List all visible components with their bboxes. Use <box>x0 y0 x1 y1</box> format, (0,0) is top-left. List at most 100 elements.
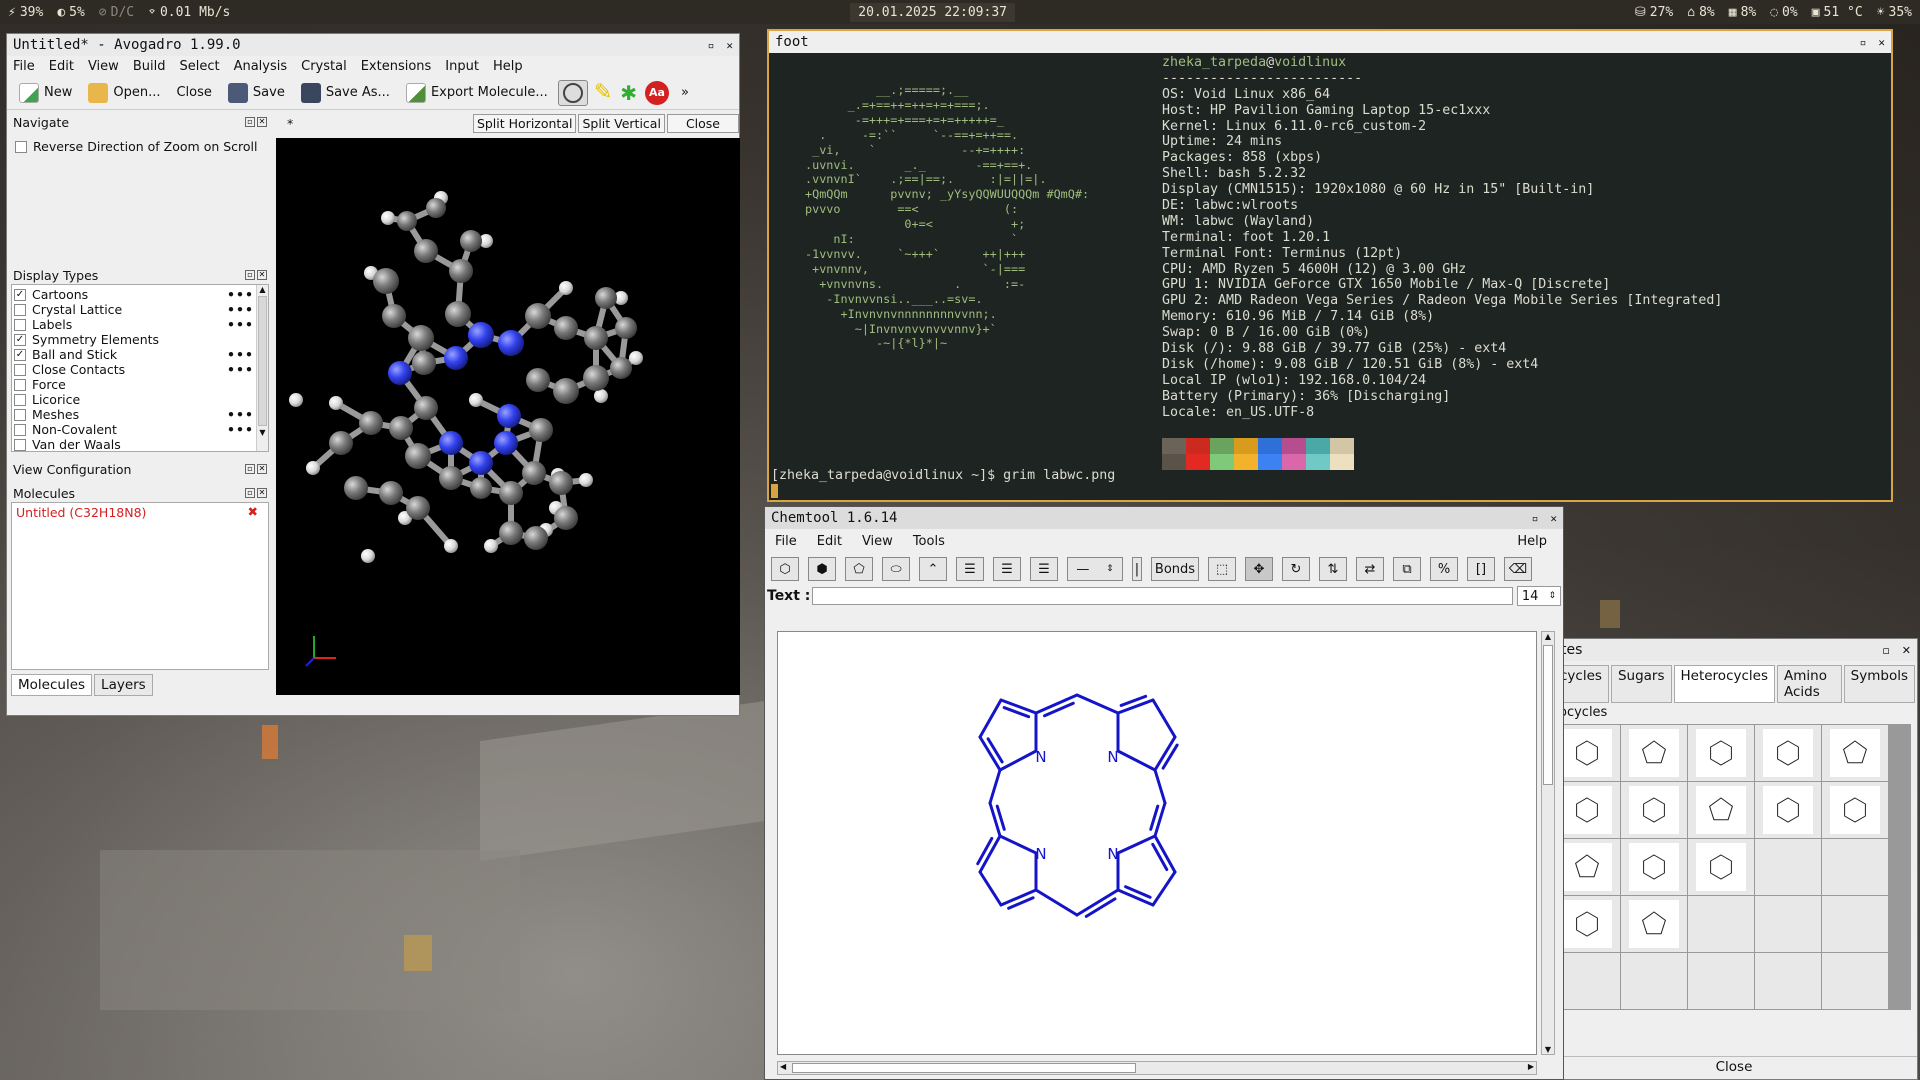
font-size-spinner[interactable]: 14 ⇕ <box>1516 586 1561 606</box>
label-tool-button[interactable]: Aa <box>643 79 671 107</box>
checkbox[interactable] <box>14 318 26 331</box>
close-icon[interactable]: ✕ <box>1878 36 1885 49</box>
bond-angle-tool-button[interactable]: ⌃ <box>919 557 947 581</box>
checkbox[interactable] <box>14 378 26 391</box>
hexagon-rotated-tool-button[interactable]: ⬢ <box>808 557 836 581</box>
close-icon[interactable]: ✕ <box>726 39 733 52</box>
carbon-atom[interactable] <box>379 481 403 505</box>
horizontal-scrollbar[interactable]: ◀ ▶ <box>777 1061 1537 1075</box>
tab-sugars[interactable]: Sugars <box>1610 665 1672 703</box>
settings-dots-icon[interactable]: ••• <box>227 407 254 422</box>
avogadro-titlebar[interactable]: Untitled* - Avogadro 1.99.0 ▫ ✕ <box>7 34 739 56</box>
bond[interactable] <box>1116 834 1157 855</box>
new-button[interactable]: New <box>13 80 78 106</box>
carbon-atom[interactable] <box>359 411 383 435</box>
nitrogen-atom[interactable] <box>439 431 463 455</box>
display-type-row[interactable]: ✓ Cartoons ••• <box>12 287 268 302</box>
float-icon[interactable]: ▫ <box>245 488 255 498</box>
menu-analysis[interactable]: Analysis <box>234 59 288 74</box>
flip-vertical-button[interactable]: ⇄ <box>1356 557 1384 581</box>
scroll-thumb[interactable] <box>792 1063 1136 1073</box>
menu-select[interactable]: Select <box>179 59 219 74</box>
template-cell[interactable] <box>1822 782 1888 838</box>
carbon-atom[interactable] <box>405 443 431 469</box>
move-tool-button[interactable]: ✥ <box>1245 557 1273 581</box>
carbon-atom[interactable] <box>389 416 413 440</box>
nitrogen-label[interactable]: N <box>1035 748 1046 766</box>
close-icon[interactable]: ✕ <box>257 464 267 474</box>
toolbar-overflow-button[interactable]: » <box>675 82 695 103</box>
line-style-selector[interactable]: — ⇕ <box>1067 557 1123 581</box>
templates-close-button[interactable]: Close <box>1551 1056 1917 1075</box>
bond[interactable] <box>1151 698 1177 739</box>
draw-tool-button[interactable]: ✎ <box>592 78 614 107</box>
carbon-atom[interactable] <box>553 378 579 404</box>
navigate-tool-button[interactable] <box>557 79 588 106</box>
settings-dots-icon[interactable]: ••• <box>227 317 254 332</box>
scroll-right-icon[interactable]: ▶ <box>1528 1062 1534 1071</box>
rotate-tool-button[interactable]: ↻ <box>1282 557 1310 581</box>
template-cell[interactable] <box>1688 725 1754 781</box>
pentagon-tool-button[interactable]: ⬠ <box>845 557 873 581</box>
erase-tool-button[interactable]: ⌫ <box>1504 557 1532 581</box>
flip-horizontal-button[interactable]: ⇅ <box>1319 557 1347 581</box>
menu-build[interactable]: Build <box>133 59 166 74</box>
menu-help[interactable]: Help <box>493 59 523 74</box>
menu-crystal[interactable]: Crystal <box>301 59 347 74</box>
carbon-atom[interactable] <box>526 368 550 392</box>
nitrogen-label[interactable]: N <box>1035 845 1046 863</box>
settings-dots-icon[interactable]: ••• <box>227 347 254 362</box>
bond[interactable] <box>1116 749 1157 772</box>
bond[interactable] <box>978 698 1003 739</box>
carbon-atom[interactable] <box>373 268 399 294</box>
vertical-scrollbar[interactable]: ▲ ▼ <box>1541 631 1555 1055</box>
hydrogen-atom[interactable] <box>559 281 573 295</box>
template-cell[interactable] <box>1621 782 1687 838</box>
bond[interactable] <box>1075 693 1120 715</box>
bond[interactable] <box>986 737 1004 764</box>
checkbox[interactable] <box>14 303 26 316</box>
carbon-atom[interactable] <box>549 471 573 495</box>
display-type-row[interactable]: Force <box>12 377 268 392</box>
nitrogen-atom[interactable] <box>388 361 412 385</box>
save-button[interactable]: Save <box>222 80 291 106</box>
bond[interactable] <box>976 836 994 866</box>
carbon-atom[interactable] <box>414 396 438 420</box>
checkbox[interactable]: ✓ <box>14 333 26 346</box>
nitrogen-atom[interactable] <box>444 346 468 370</box>
settings-dots-icon[interactable]: ••• <box>227 422 254 437</box>
nitrogen-atom[interactable] <box>494 431 518 455</box>
clock[interactable]: 20.01.2025 22:09:37 <box>850 2 1015 22</box>
hexagon-tool-button[interactable]: ⬡ <box>771 557 799 581</box>
checkbox[interactable] <box>14 393 26 406</box>
carbon-atom[interactable] <box>449 259 473 283</box>
carbon-atom[interactable] <box>406 496 430 520</box>
shell-prompt[interactable]: [zheka_tarpeda@voidlinux ~]$ grim labwc.… <box>771 468 1115 498</box>
menu-extensions[interactable]: Extensions <box>361 59 432 74</box>
copy-tool-button[interactable]: ⧉ <box>1393 557 1421 581</box>
hydrogen-atom[interactable] <box>329 396 343 410</box>
bond[interactable] <box>1116 698 1155 715</box>
text-input[interactable] <box>812 587 1513 605</box>
menu-edit[interactable]: Edit <box>817 534 842 549</box>
carbon-atom[interactable] <box>470 477 492 499</box>
chemtool-titlebar[interactable]: Chemtool 1.6.14 ▫ ✕ <box>765 507 1563 529</box>
tab-heterocycles[interactable]: Heterocycles <box>1673 665 1775 703</box>
maximize-icon[interactable]: ▫ <box>1882 644 1889 657</box>
close-icon[interactable]: ✕ <box>257 270 267 280</box>
nitrogen-atom[interactable] <box>498 330 524 356</box>
menu-file[interactable]: File <box>775 534 797 549</box>
hydrogen-atom[interactable] <box>444 539 458 553</box>
split-horizontal-button[interactable]: Split Horizontal <box>472 113 577 133</box>
settings-dots-icon[interactable]: ••• <box>227 302 254 317</box>
carbon-atom[interactable] <box>426 198 446 218</box>
export-molecule-button[interactable]: Export Molecule... <box>400 80 554 106</box>
list-scrollbar[interactable]: ▲ ▼ <box>256 285 268 451</box>
carbon-atom[interactable] <box>412 351 436 375</box>
tab-molecules[interactable]: Molecules <box>11 674 93 696</box>
bond-type-button[interactable]: | <box>1132 557 1142 581</box>
float-icon[interactable]: ▫ <box>245 117 255 127</box>
nitrogen-label[interactable]: N <box>1107 748 1118 766</box>
close-icon[interactable]: ✕ <box>1902 644 1911 657</box>
scroll-up-icon[interactable]: ▲ <box>257 285 268 294</box>
